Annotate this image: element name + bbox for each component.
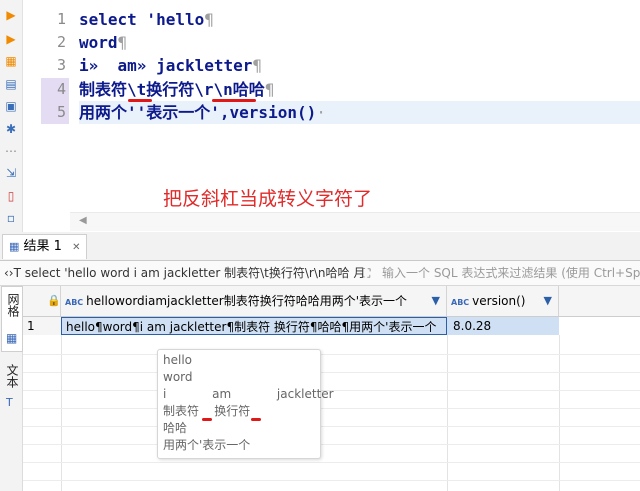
grid-icon: ▦ (9, 240, 20, 253)
table-cell[interactable]: 8.0.28 (447, 317, 559, 335)
tab-text[interactable]: 文本 T (1, 356, 21, 416)
annotation-underline (128, 99, 152, 102)
line-number: 1 (56, 10, 66, 28)
history-icon[interactable]: ▫ (4, 211, 18, 225)
grid-icon: ▦ (6, 331, 18, 345)
code-line: 制表符\t换行符\r\n哈哈¶ (79, 80, 275, 99)
scroll-left-icon[interactable]: ◀ (79, 215, 87, 226)
tooltip-line: hello (163, 353, 192, 367)
annotation-underline (251, 418, 261, 421)
row-number: 1 (23, 317, 61, 335)
results-tab-bar: ▦ 结果 1 ✕ (0, 232, 640, 261)
more-icon[interactable]: ⋯ (4, 144, 18, 158)
tab-label: 结果 1 (23, 239, 62, 254)
editor-toolbar: ▶ ▶ ▦ ▤ ▣ ✱ ⋯ ⇲ ▯ ▫ (0, 0, 23, 232)
format-icon[interactable]: ▤ (4, 77, 18, 91)
horizontal-scrollbar[interactable]: ◀ (70, 212, 640, 231)
line-gutter: 1 2 3 4 5 (23, 8, 69, 208)
grid-header: 🔒 ABC hellowordiamjackletter制表符换行符哈哈用两个'表… (23, 286, 640, 317)
save-icon[interactable]: ▯ (4, 189, 18, 203)
sql-editor[interactable]: select 'hello¶ word¶ i» am» jackletter¶ … (79, 8, 639, 208)
code-line: word¶ (79, 33, 128, 52)
table-cell[interactable]: hello¶word¶i am jackletter¶制表符 换行符¶哈哈¶用两… (61, 317, 447, 335)
line-number: 2 (56, 33, 66, 51)
console-icon[interactable]: ▣ (4, 99, 18, 113)
execute-script-icon[interactable]: ▶ (4, 32, 18, 46)
query-text: ‹›T select 'hello word i am jackletter 制… (4, 266, 366, 280)
export-icon[interactable]: ⇲ (4, 166, 18, 180)
view-mode-tabs: 网格 ▦ 文本 T (0, 286, 23, 491)
annotation-underline (212, 99, 256, 102)
row-number-header: 🔒 (23, 286, 61, 316)
column-header[interactable]: ABC version() ▼ (447, 286, 559, 316)
filter-input[interactable]: 输入一个 SQL 表达式来过滤结果 (使用 Ctrl+Space) (382, 261, 640, 285)
close-tab-icon[interactable]: ✕ (72, 242, 80, 253)
column-name: hellowordiamjackletter制表符换行符哈哈用两个'表示一个 (86, 294, 408, 308)
annotation-text: 把反斜杠当成转义字符了 (163, 188, 373, 210)
tooltip-line: word (163, 370, 193, 384)
tab-text-label: 文本 (5, 364, 19, 388)
lock-icon: 🔒 (47, 294, 61, 307)
tab-grid-label: 网格 (6, 293, 20, 317)
column-name: version() (472, 294, 526, 308)
tooltip-line: 哈哈 (163, 421, 188, 435)
text-icon: T (6, 396, 13, 409)
filter-bar: ‹›T select 'hello word i am jackletter 制… (0, 261, 640, 286)
tooltip-line: 用两个'表示一个 (163, 438, 251, 452)
sort-dropdown-icon[interactable]: ▼ (544, 286, 552, 316)
filter-icon[interactable]: ⛶ (362, 261, 370, 285)
code-line: i» am» jackletter¶ (79, 56, 263, 75)
explain-icon[interactable]: ▦ (4, 54, 18, 68)
text-type-icon: ABC (65, 298, 84, 307)
table-row[interactable]: 1 hello¶word¶i am jackletter¶制表符 换行符¶哈哈¶… (23, 317, 640, 335)
cell-value-tooltip: hello word i am jackletter 制表符 换行符 哈哈 用两… (157, 349, 334, 459)
line-number: 5 (41, 101, 69, 124)
column-header[interactable]: ABC hellowordiamjackletter制表符换行符哈哈用两个'表示一… (61, 286, 447, 316)
line-number: 4 (41, 78, 69, 101)
execute-icon[interactable]: ▶ (4, 8, 18, 22)
tab-result-1[interactable]: ▦ 结果 1 ✕ (2, 234, 88, 259)
code-line: select 'hello¶ (79, 10, 214, 29)
annotation-underline (202, 418, 212, 421)
tab-grid[interactable]: 网格 ▦ (1, 286, 23, 352)
line-number: 3 (56, 56, 66, 74)
tooltip-line: i am jackletter (163, 387, 334, 401)
settings-icon[interactable]: ✱ (4, 122, 18, 136)
text-type-icon: ABC (451, 298, 470, 307)
sort-dropdown-icon[interactable]: ▼ (432, 286, 440, 316)
code-line: 用两个''表示一个',version()· (79, 103, 326, 122)
